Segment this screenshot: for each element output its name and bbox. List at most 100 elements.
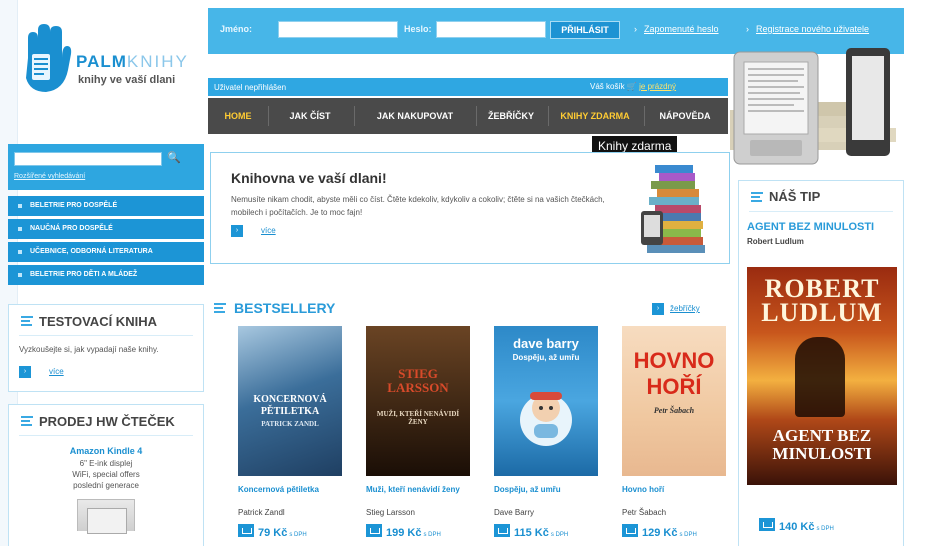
nav-free-books[interactable]: KNIHY ZDARMA bbox=[552, 98, 638, 134]
tip-cover-title: AGENT BEZ MINULOSTI bbox=[772, 426, 872, 463]
cover-subtitle-line: MUŽI, KTEŘÍ NENÁVIDÍ ŽENY bbox=[376, 410, 460, 426]
ereader-devices-image bbox=[730, 48, 896, 165]
forgot-password-link[interactable]: Zapomenuté heslo bbox=[644, 24, 719, 34]
nav-divider bbox=[476, 106, 477, 126]
site-logo[interactable]: PALMKNIHY knihy ve vaší dlani bbox=[18, 24, 198, 108]
cart-icon: 🛒 bbox=[626, 82, 637, 91]
book-price[interactable]: 199 Kč s DPH bbox=[366, 523, 470, 539]
book-title[interactable]: Hovno hoří bbox=[622, 484, 726, 506]
logo-tagline: knihy ve vaší dlani bbox=[78, 74, 176, 86]
cart-icon bbox=[238, 524, 254, 537]
book-author: Dave Barry bbox=[494, 508, 535, 517]
charts-link-label: žebříčky bbox=[670, 304, 700, 313]
book-cover[interactable]: STIEG LARSSON MUŽI, KTEŘÍ NENÁVIDÍ ŽENY bbox=[366, 326, 470, 476]
cart-value[interactable]: je prázdný bbox=[639, 82, 676, 91]
intro-more-link[interactable]: › více bbox=[231, 223, 276, 239]
our-tip-box: NÁŠ TIP AGENT BEZ MINULOSTI Robert Ludlu… bbox=[738, 180, 904, 546]
book-card: STIEG LARSSON MUŽI, KTEŘÍ NENÁVIDÍ ŽENY … bbox=[366, 326, 470, 539]
box-divider bbox=[749, 211, 893, 212]
nav-divider bbox=[268, 106, 269, 126]
more-label: více bbox=[261, 226, 276, 235]
search-panel: 🔍 Rozšířené vyhledávání bbox=[8, 144, 204, 190]
book-stack-image bbox=[641, 165, 705, 253]
hw-readers-heading: PRODEJ HW ČTEČEK bbox=[9, 405, 203, 435]
book-card: HOVNO HOŘÍ Petr Šabach Hovno hoří Petr Š… bbox=[622, 326, 726, 539]
cover-title-line: LARSSON bbox=[387, 380, 449, 395]
nav-home[interactable]: HOME bbox=[218, 98, 258, 134]
password-input[interactable] bbox=[436, 21, 546, 38]
book-author: Petr Šabach bbox=[622, 508, 667, 517]
category-item[interactable]: BELETRIE PRO DĚTI A MLÁDEŽ bbox=[8, 265, 204, 285]
hw-device-name[interactable]: Amazon Kindle 4 bbox=[9, 446, 203, 456]
tip-book-cover[interactable]: ROBERT LUDLUM AGENT BEZ MINULOSTI bbox=[747, 267, 897, 485]
hw-device-desc-line: WiFi, special offers bbox=[72, 470, 140, 479]
search-icon[interactable]: 🔍 bbox=[166, 150, 182, 166]
vat-label: s DPH bbox=[550, 532, 569, 538]
category-item[interactable]: UČEBNICE, ODBORNÁ LITERATURA bbox=[8, 242, 204, 262]
book-author: Patrick Zandl bbox=[238, 508, 285, 517]
vat-label: s DPH bbox=[423, 532, 441, 538]
search-input[interactable] bbox=[14, 152, 162, 166]
category-item[interactable]: BELETRIE PRO DOSPĚLÉ bbox=[8, 196, 204, 216]
user-status-bar: Uživatel nepřihlášen Váš košík 🛒 je práz… bbox=[208, 78, 728, 96]
test-book-heading: TESTOVACÍ KNIHA bbox=[9, 305, 203, 335]
book-title[interactable]: Muži, kteří nenávidí ženy bbox=[366, 484, 470, 506]
cover-title-line: PĚTILETKA bbox=[260, 406, 320, 417]
tip-book-price[interactable]: 140 Kč s DPH bbox=[759, 517, 834, 533]
logo-wordmark-bold: PALM bbox=[76, 52, 127, 71]
book-price[interactable]: 129 Kč s DPH bbox=[622, 523, 726, 539]
hw-readers-title: PRODEJ HW ČTEČEK bbox=[39, 414, 175, 429]
username-input[interactable] bbox=[278, 21, 398, 38]
price-amount: 79 Kč bbox=[258, 527, 288, 539]
arrow-right-icon: › bbox=[231, 225, 243, 237]
book-author: Stieg Larsson bbox=[366, 508, 415, 517]
password-label: Heslo: bbox=[404, 24, 432, 34]
bestsellers-title: BESTSELLERY bbox=[234, 300, 336, 316]
book-cover[interactable]: HOVNO HOŘÍ Petr Šabach bbox=[622, 326, 726, 476]
book-title[interactable]: Dospěju, až umřu bbox=[494, 484, 598, 506]
cover-title-line: HOŘÍ bbox=[646, 374, 702, 399]
nav-how-to-buy[interactable]: JAK NAKUPOVAT bbox=[360, 98, 470, 134]
palm-hand-icon bbox=[26, 24, 72, 92]
bestsellers-heading: BESTSELLERY bbox=[214, 300, 335, 316]
book-title[interactable]: Koncernová pětiletka bbox=[238, 484, 342, 506]
cart-status[interactable]: Váš košík 🛒 je prázdný bbox=[590, 82, 676, 91]
nav-charts[interactable]: ŽEBŘÍČKY bbox=[480, 98, 542, 134]
category-item[interactable]: NAUČNÁ PRO DOSPĚLÉ bbox=[8, 219, 204, 239]
cart-label: Váš košík bbox=[590, 82, 625, 91]
price-amount: 129 Kč bbox=[642, 527, 678, 539]
charts-link[interactable]: › žebříčky bbox=[652, 303, 700, 315]
our-tip-heading: NÁŠ TIP bbox=[751, 189, 820, 204]
price-amount: 199 Kč bbox=[386, 527, 422, 539]
our-tip-title: NÁŠ TIP bbox=[769, 189, 821, 204]
advanced-search-link[interactable]: Rozšířené vyhledávání bbox=[14, 173, 85, 180]
main-nav: HOME JAK ČÍST JAK NAKUPOVAT ŽEBŘÍČKY KNI… bbox=[208, 98, 728, 134]
intro-title: Knihovna ve vaší dlani! bbox=[231, 170, 387, 186]
logo-wordmark-thin: KNIHY bbox=[126, 52, 189, 71]
nav-divider bbox=[354, 106, 355, 126]
test-book-more-link[interactable]: › více bbox=[19, 364, 203, 380]
price-amount: 140 Kč bbox=[779, 521, 815, 533]
forgot-arrow-icon: › bbox=[634, 24, 637, 34]
book-price[interactable]: 79 Kč s DPH bbox=[238, 523, 342, 539]
tip-book-title[interactable]: AGENT BEZ MINULOSTI bbox=[747, 221, 874, 233]
test-book-box: TESTOVACÍ KNIHA Vyzkoušejte si, jak vypa… bbox=[8, 304, 204, 392]
book-cover[interactable]: dave barry Dospěju, až umřu bbox=[494, 326, 598, 476]
kindle-device-image[interactable] bbox=[77, 499, 135, 534]
book-card: KONCERNOVÁ PĚTILETKA PATRICK ZANDL Konce… bbox=[238, 326, 342, 539]
test-book-title: TESTOVACÍ KNIHA bbox=[39, 314, 157, 329]
list-icon bbox=[751, 192, 763, 202]
register-link[interactable]: Registrace nového uživatele bbox=[756, 24, 869, 34]
category-menu: BELETRIE PRO DOSPĚLÉ NAUČNÁ PRO DOSPĚLÉ … bbox=[8, 196, 204, 288]
cart-icon bbox=[494, 524, 510, 537]
cover-author-line: PATRICK ZANDL bbox=[261, 420, 319, 428]
cart-icon bbox=[366, 524, 382, 537]
nav-help[interactable]: NÁPOVĚDA bbox=[650, 98, 720, 134]
username-label: Jméno: bbox=[220, 24, 253, 34]
book-cover[interactable]: KONCERNOVÁ PĚTILETKA PATRICK ZANDL bbox=[238, 326, 342, 476]
book-price[interactable]: 115 Kč s DPH bbox=[494, 523, 598, 539]
price-amount: 115 Kč bbox=[514, 527, 549, 539]
logo-wordmark: PALMKNIHY bbox=[76, 52, 189, 72]
nav-how-to-read[interactable]: JAK ČÍST bbox=[274, 98, 346, 134]
login-button[interactable]: PŘIHLÁSIT bbox=[550, 21, 620, 39]
